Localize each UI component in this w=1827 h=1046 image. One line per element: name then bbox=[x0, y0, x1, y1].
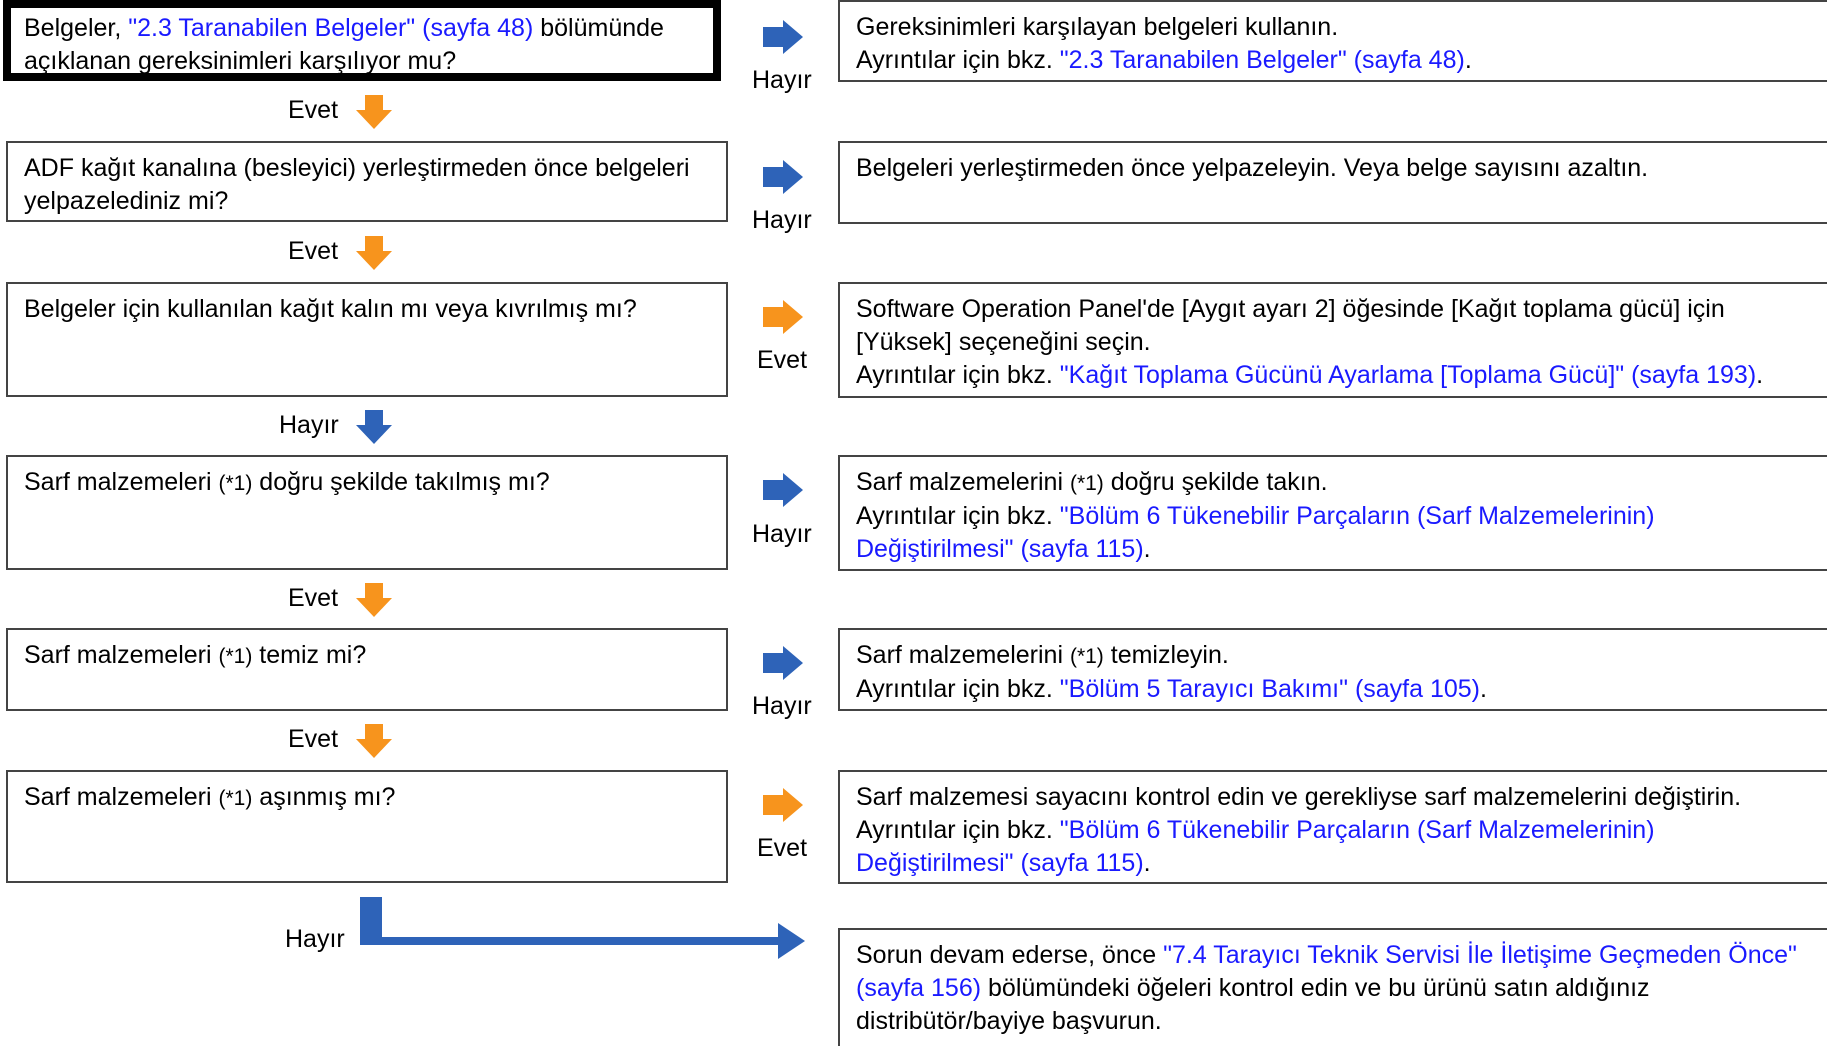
side-arrow-3 bbox=[763, 300, 803, 334]
answer-1-ref-prefix: Ayrıntılar için bkz. bbox=[856, 46, 1060, 74]
question-1-text-start: Belgeler, bbox=[24, 14, 129, 42]
question-6-text-start: Sarf malzemeleri bbox=[24, 783, 219, 811]
question-2-text: ADF kağıt kanalına (besleyici) yerleştir… bbox=[24, 154, 690, 215]
side-arrow-1 bbox=[763, 20, 803, 54]
answer-6-line1: Sarf malzemesi sayacını kontrol edin ve … bbox=[856, 783, 1742, 811]
side-label-4: Hayır bbox=[752, 520, 812, 548]
question-6-footnote-ref: (*1) bbox=[218, 787, 253, 810]
question-5-text-start: Sarf malzemeleri bbox=[24, 641, 219, 669]
side-label-3: Evet bbox=[757, 346, 808, 374]
down-arrow-2 bbox=[356, 236, 392, 270]
final-label: Hayır bbox=[285, 925, 345, 953]
answer-6-ref-suffix: . bbox=[1143, 849, 1151, 877]
question-box-3: Belgeler için kullanılan kağıt kalın mı … bbox=[6, 282, 728, 397]
answer-1-ref-suffix: . bbox=[1464, 46, 1472, 74]
question-5-text-end: temiz mi? bbox=[252, 641, 367, 669]
down-arrow-1 bbox=[356, 95, 392, 129]
side-arrow-5 bbox=[763, 646, 803, 680]
question-box-1: Belgeler, "2.3 Taranabilen Belgeler" (sa… bbox=[3, 0, 721, 81]
answer-4-ref-prefix: Ayrıntılar için bkz. bbox=[856, 502, 1060, 530]
final-elbow-arrow bbox=[360, 897, 805, 959]
answer-3-link[interactable]: "Kağıt Toplama Gücünü Ayarlama [Toplama … bbox=[1060, 361, 1756, 389]
down-label-4: Evet bbox=[288, 584, 339, 612]
answer-3-ref-prefix: Ayrıntılar için bkz. bbox=[856, 361, 1060, 389]
side-label-1: Hayır bbox=[752, 66, 812, 94]
side-arrow-2 bbox=[763, 160, 803, 194]
question-4-text-start: Sarf malzemeleri bbox=[24, 468, 219, 496]
answer-4-ref-suffix: . bbox=[1143, 535, 1151, 563]
final-text-start: Sorun devam ederse, önce bbox=[856, 941, 1164, 969]
answer-box-2: Belgeleri yerleştirmeden önce yelpazeley… bbox=[838, 141, 1827, 224]
answer-4-text-start: Sarf malzemelerini bbox=[856, 468, 1070, 496]
question-4-text-end: doğru şekilde takılmış mı? bbox=[252, 468, 550, 496]
question-box-2: ADF kağıt kanalına (besleyici) yerleştir… bbox=[6, 141, 728, 222]
down-label-1: Evet bbox=[288, 96, 339, 124]
answer-3-ref-suffix: . bbox=[1756, 361, 1764, 389]
answer-4-footnote-ref: (*1) bbox=[1069, 472, 1104, 495]
answer-box-4: Sarf malzemelerini (*1) doğru şekilde ta… bbox=[838, 455, 1827, 571]
answer-1-line1: Gereksinimleri karşılayan belgeleri kull… bbox=[856, 13, 1339, 41]
answer-5-ref-prefix: Ayrıntılar için bkz. bbox=[856, 675, 1060, 703]
question-1-link[interactable]: "2.3 Taranabilen Belgeler" (sayfa 48) bbox=[128, 14, 533, 42]
answer-5-link[interactable]: "Bölüm 5 Tarayıcı Bakımı" (sayfa 105) bbox=[1060, 675, 1480, 703]
answer-4-text-end: doğru şekilde takın. bbox=[1103, 468, 1328, 496]
down-arrow-3 bbox=[356, 410, 392, 444]
answer-5-text-start: Sarf malzemelerini bbox=[856, 641, 1070, 669]
question-5-footnote-ref: (*1) bbox=[218, 645, 253, 668]
answer-box-1: Gereksinimleri karşılayan belgeleri kull… bbox=[838, 0, 1827, 82]
answer-5-footnote-ref: (*1) bbox=[1069, 645, 1104, 668]
down-arrow-5 bbox=[356, 724, 392, 758]
question-4-footnote-ref: (*1) bbox=[218, 472, 253, 495]
answer-3-line1: Software Operation Panel'de [Aygıt ayarı… bbox=[856, 295, 1725, 356]
down-label-3: Hayır bbox=[279, 411, 339, 439]
answer-box-final: Sorun devam ederse, önce "7.4 Tarayıcı T… bbox=[838, 928, 1827, 1046]
question-box-4: Sarf malzemeleri (*1) doğru şekilde takı… bbox=[6, 455, 728, 570]
question-box-5: Sarf malzemeleri (*1) temiz mi? bbox=[6, 628, 728, 711]
question-6-text-end: aşınmış mı? bbox=[252, 783, 396, 811]
answer-5-ref-suffix: . bbox=[1480, 675, 1487, 703]
answer-5-text-end: temizleyin. bbox=[1103, 641, 1229, 669]
down-label-5: Evet bbox=[288, 725, 339, 753]
side-label-5: Hayır bbox=[752, 692, 812, 720]
question-box-6: Sarf malzemeleri (*1) aşınmış mı? bbox=[6, 770, 728, 883]
answer-box-6: Sarf malzemesi sayacını kontrol edin ve … bbox=[838, 770, 1827, 884]
question-3-text: Belgeler için kullanılan kağıt kalın mı … bbox=[24, 295, 637, 323]
side-arrow-4 bbox=[763, 473, 803, 507]
down-arrow-4 bbox=[356, 583, 392, 617]
answer-1-link[interactable]: "2.3 Taranabilen Belgeler" (sayfa 48) bbox=[1060, 46, 1465, 74]
down-label-2: Evet bbox=[288, 237, 339, 265]
answer-6-ref-prefix: Ayrıntılar için bkz. bbox=[856, 816, 1060, 844]
side-arrow-6 bbox=[763, 788, 803, 822]
side-label-2: Hayır bbox=[752, 206, 812, 234]
answer-box-3: Software Operation Panel'de [Aygıt ayarı… bbox=[838, 282, 1827, 398]
side-label-6: Evet bbox=[757, 834, 808, 862]
answer-2-text: Belgeleri yerleştirmeden önce yelpazeley… bbox=[856, 154, 1649, 182]
answer-box-5: Sarf malzemelerini (*1) temizleyin. Ayrı… bbox=[838, 628, 1827, 711]
